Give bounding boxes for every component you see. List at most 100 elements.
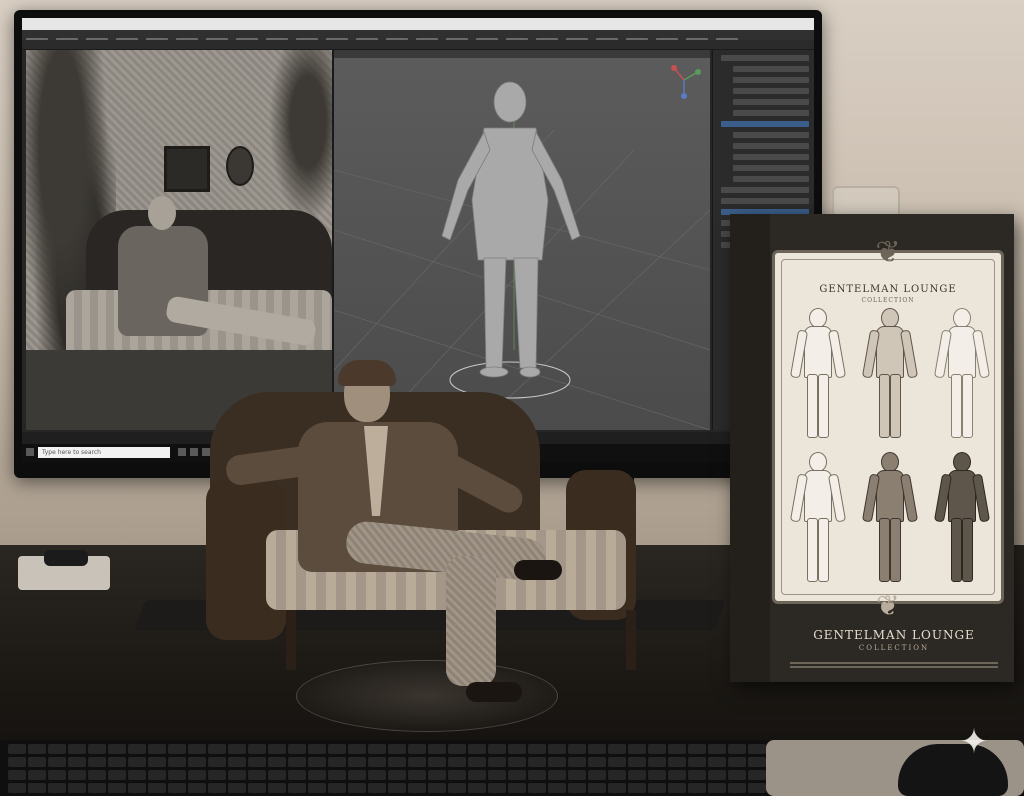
keyboard-key[interactable] — [168, 783, 186, 793]
keyboard-key[interactable] — [628, 783, 646, 793]
keyboard-key[interactable] — [608, 757, 626, 767]
keyboard-key[interactable] — [448, 770, 466, 780]
keyboard-key[interactable] — [128, 783, 146, 793]
keyboard-key[interactable] — [388, 757, 406, 767]
outliner-row[interactable] — [733, 110, 809, 116]
keyboard-key[interactable] — [108, 744, 126, 754]
keyboard-key[interactable] — [608, 783, 626, 793]
keyboard-key[interactable] — [628, 757, 646, 767]
keyboard-key[interactable] — [388, 783, 406, 793]
keyboard-key[interactable] — [48, 783, 66, 793]
keyboard-key[interactable] — [468, 757, 486, 767]
keyboard-key[interactable] — [368, 744, 386, 754]
keyboard-key[interactable] — [608, 770, 626, 780]
keyboard-key[interactable] — [388, 770, 406, 780]
keyboard-key[interactable] — [208, 783, 226, 793]
keyboard-key[interactable] — [48, 757, 66, 767]
keyboard-key[interactable] — [8, 757, 26, 767]
keyboard-key[interactable] — [688, 770, 706, 780]
keyboard-key[interactable] — [608, 744, 626, 754]
keyboard-key[interactable] — [68, 757, 86, 767]
keyboard-key[interactable] — [148, 744, 166, 754]
keyboard-key[interactable] — [188, 783, 206, 793]
keyboard-key[interactable] — [668, 757, 686, 767]
keyboard-key[interactable] — [448, 744, 466, 754]
keyboard-key[interactable] — [168, 757, 186, 767]
outliner-row[interactable] — [733, 99, 809, 105]
keyboard-key[interactable] — [468, 770, 486, 780]
keyboard-key[interactable] — [248, 783, 266, 793]
keyboard-key[interactable] — [248, 757, 266, 767]
keyboard-key[interactable] — [748, 757, 766, 767]
keyboard-key[interactable] — [648, 770, 666, 780]
keyboard-key[interactable] — [728, 744, 746, 754]
keyboard-key[interactable] — [368, 783, 386, 793]
keyboard-key[interactable] — [328, 770, 346, 780]
keyboard-key[interactable] — [228, 783, 246, 793]
keyboard-key[interactable] — [748, 770, 766, 780]
keyboard-key[interactable] — [188, 770, 206, 780]
keyboard-key[interactable] — [568, 783, 586, 793]
keyboard-key[interactable] — [708, 783, 726, 793]
keyboard-key[interactable] — [28, 770, 46, 780]
start-icon[interactable] — [26, 448, 34, 456]
outliner-row[interactable] — [733, 77, 809, 83]
keyboard-key[interactable] — [208, 757, 226, 767]
keyboard-key[interactable] — [448, 757, 466, 767]
keyboard-key[interactable] — [748, 744, 766, 754]
keyboard-key[interactable] — [488, 744, 506, 754]
keyboard-key[interactable] — [548, 783, 566, 793]
keyboard-key[interactable] — [588, 744, 606, 754]
keyboard-key[interactable] — [688, 757, 706, 767]
keyboard-key[interactable] — [288, 744, 306, 754]
outliner-row[interactable] — [733, 143, 809, 149]
keyboard-key[interactable] — [88, 770, 106, 780]
keyboard-key[interactable] — [548, 757, 566, 767]
keyboard-key[interactable] — [408, 783, 426, 793]
keyboard-key[interactable] — [268, 744, 286, 754]
keyboard-key[interactable] — [288, 783, 306, 793]
keyboard-key[interactable] — [148, 783, 166, 793]
keyboard-key[interactable] — [708, 770, 726, 780]
keyboard-key[interactable] — [268, 783, 286, 793]
keyboard-key[interactable] — [48, 744, 66, 754]
keyboard-key[interactable] — [348, 757, 366, 767]
keyboard-key[interactable] — [288, 770, 306, 780]
keyboard-key[interactable] — [128, 757, 146, 767]
keyboard-key[interactable] — [168, 770, 186, 780]
keyboard-key[interactable] — [68, 783, 86, 793]
keyboard-key[interactable] — [568, 770, 586, 780]
keyboard-key[interactable] — [508, 783, 526, 793]
keyboard-key[interactable] — [408, 770, 426, 780]
keyboard-key[interactable] — [8, 744, 26, 754]
keyboard-key[interactable] — [8, 783, 26, 793]
keyboard-key[interactable] — [288, 757, 306, 767]
keyboard-key[interactable] — [688, 744, 706, 754]
keyboard-key[interactable] — [228, 757, 246, 767]
outliner-row[interactable] — [721, 198, 809, 204]
keyboard-key[interactable] — [328, 744, 346, 754]
keyboard-key[interactable] — [108, 757, 126, 767]
keyboard-key[interactable] — [708, 744, 726, 754]
keyboard-key[interactable] — [308, 770, 326, 780]
keyboard-key[interactable] — [428, 783, 446, 793]
outliner-row[interactable] — [733, 176, 809, 182]
keyboard-key[interactable] — [528, 744, 546, 754]
outliner-row[interactable] — [733, 165, 809, 171]
keyboard-key[interactable] — [648, 783, 666, 793]
keyboard-key[interactable] — [108, 783, 126, 793]
keyboard-key[interactable] — [568, 757, 586, 767]
outliner-row[interactable] — [721, 187, 809, 193]
keyboard-key[interactable] — [488, 757, 506, 767]
keyboard-key[interactable] — [548, 744, 566, 754]
keyboard-key[interactable] — [728, 783, 746, 793]
outliner-row[interactable] — [721, 55, 809, 61]
outliner-row[interactable] — [733, 88, 809, 94]
keyboard-key[interactable] — [588, 783, 606, 793]
keyboard-key[interactable] — [168, 744, 186, 754]
keyboard-key[interactable] — [228, 770, 246, 780]
keyboard-key[interactable] — [368, 757, 386, 767]
keyboard-key[interactable] — [408, 757, 426, 767]
keyboard-key[interactable] — [108, 770, 126, 780]
keyboard-key[interactable] — [268, 770, 286, 780]
